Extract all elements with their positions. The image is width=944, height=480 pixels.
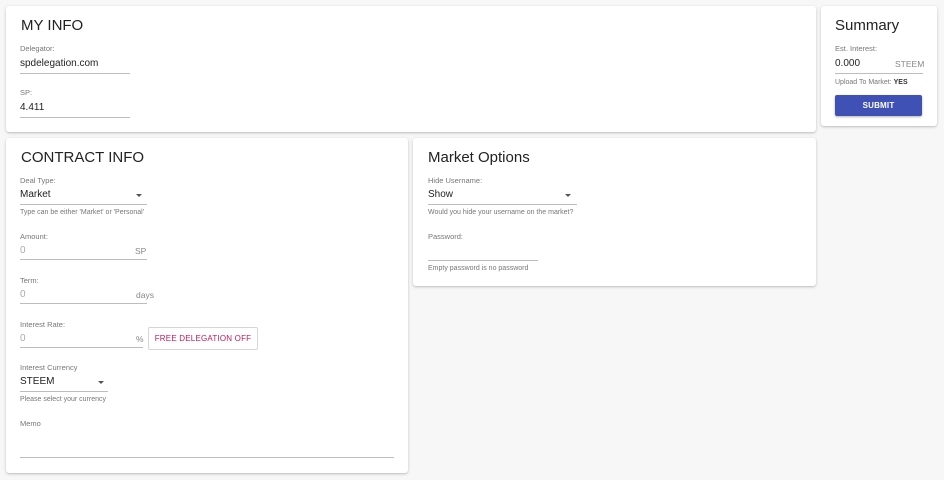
market-options-card: Market Options Hide Username: Show Would…	[413, 138, 816, 286]
deal-type-helper: Type can be either 'Market' or 'Personal…	[20, 209, 145, 216]
est-interest-label: Est. Interest:	[835, 44, 878, 53]
contract-info-title: CONTRACT INFO	[21, 149, 145, 166]
delegator-label: Delegator:	[20, 44, 55, 53]
sp-label: SP:	[20, 88, 33, 97]
chevron-down-icon	[98, 381, 104, 384]
amount-label: Amount:	[20, 232, 48, 241]
delegator-underline	[20, 73, 130, 74]
summary-card: Summary Est. Interest: 0.000 STEEM Uploa…	[821, 6, 937, 126]
interest-currency-value: STEEM	[20, 376, 55, 387]
interest-currency-label: Interest Currency	[20, 363, 78, 372]
my-info-card: MY INFO Delegator: spdelegation.com SP: …	[6, 6, 816, 132]
memo-label: Memo	[20, 419, 41, 428]
term-input[interactable]: 0	[20, 289, 26, 300]
deal-type-select[interactable]: Market	[20, 187, 147, 205]
market-options-title: Market Options	[428, 149, 530, 166]
term-underline	[20, 303, 147, 304]
interest-rate-underline	[20, 347, 143, 348]
password-underline	[428, 260, 538, 261]
sp-underline	[20, 117, 130, 118]
interest-currency-helper: Please select your currency	[20, 396, 106, 403]
upload-value: YES	[893, 79, 908, 86]
term-label: Term:	[20, 276, 39, 285]
amount-input[interactable]: 0	[20, 245, 26, 256]
est-interest-underline	[835, 73, 923, 74]
submit-button[interactable]: SUBMIT	[835, 95, 922, 116]
est-interest-value: 0.000	[835, 58, 861, 69]
hide-username-helper: Would you hide your username on the mark…	[428, 209, 574, 216]
free-delegation-toggle[interactable]: FREE DELEGATION OFF	[148, 327, 258, 350]
interest-rate-label: Interest Rate:	[20, 320, 66, 329]
password-input[interactable]	[428, 243, 538, 261]
hide-username-label: Hide Username:	[428, 176, 483, 185]
upload-to-market: Upload To Market: YES	[835, 79, 908, 86]
amount-unit: SP	[135, 246, 147, 256]
memo-underline	[20, 457, 394, 458]
memo-input[interactable]	[20, 430, 394, 458]
summary-title: Summary	[835, 17, 900, 34]
deal-type-label: Deal Type:	[20, 176, 56, 185]
amount-underline	[20, 259, 147, 260]
interest-currency-underline	[20, 391, 108, 392]
deal-type-value: Market	[20, 189, 51, 200]
chevron-down-icon	[565, 194, 571, 197]
est-interest-unit: STEEM	[895, 59, 925, 69]
password-helper: Empty password is no password	[428, 265, 529, 272]
term-unit: days	[136, 290, 154, 300]
hide-username-value: Show	[428, 189, 454, 200]
interest-rate-input[interactable]: 0	[20, 333, 26, 344]
password-label: Password:	[428, 232, 464, 241]
hide-username-underline	[428, 204, 577, 205]
hide-username-select[interactable]: Show	[428, 187, 577, 205]
my-info-title: MY INFO	[21, 17, 84, 34]
interest-rate-unit: %	[136, 334, 144, 344]
interest-currency-select[interactable]: STEEM	[20, 374, 108, 392]
upload-label: Upload To Market:	[835, 79, 892, 86]
delegator-field[interactable]: spdelegation.com	[20, 58, 98, 69]
deal-type-underline	[20, 204, 147, 205]
sp-field[interactable]: 4.411	[20, 102, 44, 113]
chevron-down-icon	[136, 194, 142, 197]
contract-info-card: CONTRACT INFO Deal Type: Market Type can…	[6, 138, 408, 473]
